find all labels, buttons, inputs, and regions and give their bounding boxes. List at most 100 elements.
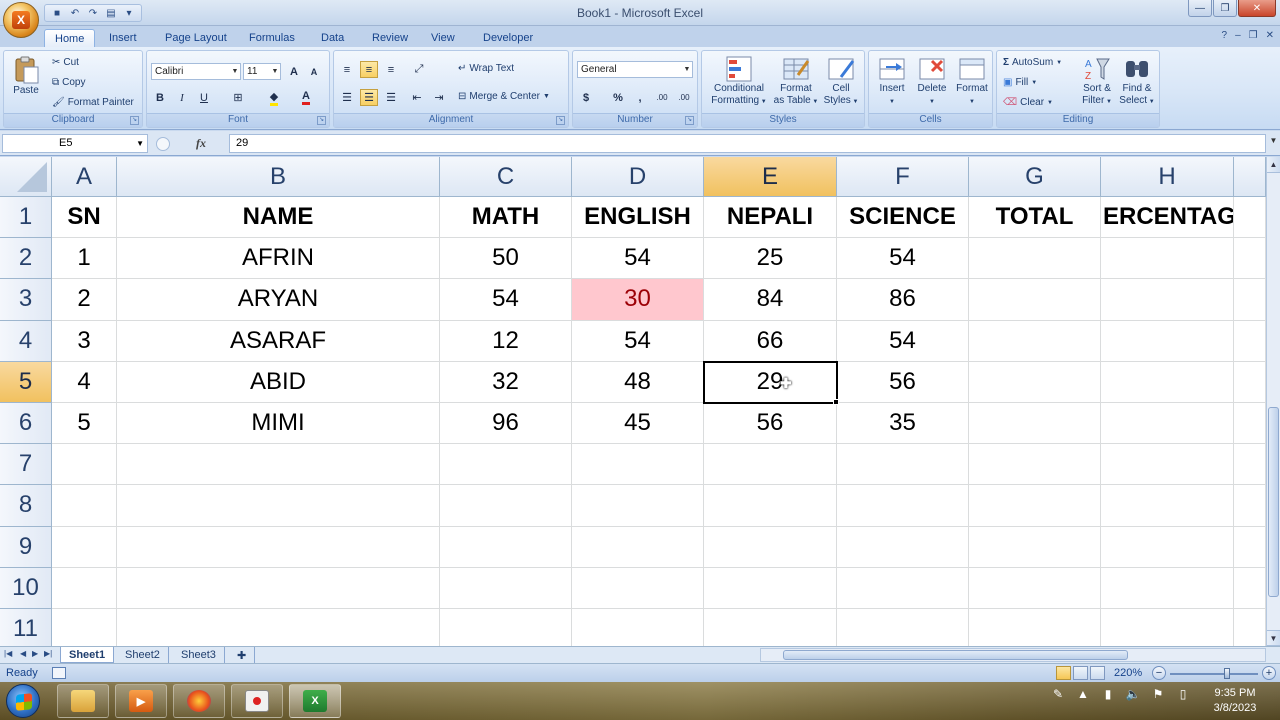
scroll-down-icon[interactable]: ▼ bbox=[1267, 630, 1280, 646]
comma-button[interactable]: , bbox=[631, 89, 649, 106]
cell-a3[interactable]: 2 bbox=[52, 279, 117, 321]
workbook-restore-icon[interactable]: ❐ bbox=[1249, 30, 1258, 41]
wrap-text-button[interactable]: ↵ Wrap Text bbox=[458, 63, 514, 74]
cell-e10[interactable] bbox=[704, 567, 837, 609]
tab-data[interactable]: Data bbox=[321, 29, 344, 47]
row-header-1[interactable]: 1 bbox=[0, 197, 52, 239]
cell-h1[interactable]: ERCENTAGE bbox=[1101, 197, 1234, 239]
cell-f8[interactable] bbox=[837, 485, 969, 527]
formula-input[interactable]: 29 bbox=[229, 134, 1266, 153]
cell-g11[interactable] bbox=[969, 609, 1101, 646]
align-middle-button[interactable]: ≡ bbox=[360, 61, 378, 78]
cell-g6[interactable] bbox=[969, 403, 1101, 445]
font-name-combo[interactable]: Calibri ▼ bbox=[151, 63, 241, 80]
next-sheet-icon[interactable]: ▶ bbox=[32, 649, 38, 658]
cell-h5[interactable] bbox=[1101, 361, 1234, 403]
grow-font-button[interactable]: A bbox=[285, 63, 303, 80]
cell-i6[interactable] bbox=[1234, 403, 1266, 445]
cell-g10[interactable] bbox=[969, 567, 1101, 609]
cell-c2[interactable]: 50 bbox=[440, 238, 572, 280]
cell-c5[interactable]: 32 bbox=[440, 361, 572, 403]
minimize-button[interactable]: — bbox=[1188, 0, 1212, 17]
column-header-f[interactable]: F bbox=[837, 157, 969, 197]
row-header-2[interactable]: 2 bbox=[0, 238, 52, 280]
cell-e5[interactable]: 29 bbox=[704, 361, 837, 403]
tray-expand-icon[interactable]: ▲ bbox=[1075, 686, 1091, 702]
scroll-up-icon[interactable]: ▲ bbox=[1267, 157, 1280, 173]
fill-handle[interactable] bbox=[833, 399, 839, 405]
cell-f10[interactable] bbox=[837, 567, 969, 609]
pen-icon[interactable]: ✎ bbox=[1050, 686, 1066, 702]
cell-a2[interactable]: 1 bbox=[52, 238, 117, 280]
taskbar-explorer[interactable] bbox=[57, 684, 109, 718]
taskbar-media-player[interactable]: ▶ bbox=[115, 684, 167, 718]
cell-e2[interactable]: 25 bbox=[704, 238, 837, 280]
cell-c10[interactable] bbox=[440, 567, 572, 609]
align-right-button[interactable]: ☰ bbox=[382, 89, 400, 106]
row-header-5[interactable]: 5 bbox=[0, 361, 52, 403]
cell-i9[interactable] bbox=[1234, 526, 1266, 568]
cell-g2[interactable] bbox=[969, 238, 1101, 280]
cell-c3[interactable]: 54 bbox=[440, 279, 572, 321]
row-header-11[interactable]: 11 bbox=[0, 609, 52, 646]
cell-e11[interactable] bbox=[704, 609, 837, 646]
taskbar-firefox[interactable] bbox=[173, 684, 225, 718]
dialog-launcher-icon[interactable]: ↘ bbox=[685, 116, 694, 125]
cell-g7[interactable] bbox=[969, 444, 1101, 486]
start-button[interactable] bbox=[6, 684, 40, 718]
column-header-a[interactable]: A bbox=[52, 157, 117, 197]
cell-a1[interactable]: SN bbox=[52, 197, 117, 239]
cell-a4[interactable]: 3 bbox=[52, 320, 117, 362]
cell-c9[interactable] bbox=[440, 526, 572, 568]
zoom-out-icon[interactable]: − bbox=[1152, 666, 1166, 680]
cell-g1[interactable]: TOTAL bbox=[969, 197, 1101, 239]
decrease-decimal-button[interactable]: .00 bbox=[675, 89, 693, 106]
vertical-scroll-thumb[interactable] bbox=[1268, 407, 1279, 597]
format-painter-button[interactable]: 🖌 Format Painter bbox=[52, 97, 134, 108]
cell-g9[interactable] bbox=[969, 526, 1101, 568]
macro-record-icon[interactable] bbox=[52, 667, 66, 679]
last-sheet-icon[interactable]: ▶| bbox=[44, 649, 52, 658]
cell-i5[interactable] bbox=[1234, 361, 1266, 403]
cell-c8[interactable] bbox=[440, 485, 572, 527]
cell-i8[interactable] bbox=[1234, 485, 1266, 527]
column-header-d[interactable]: D bbox=[572, 157, 704, 197]
dialog-launcher-icon[interactable]: ↘ bbox=[130, 116, 139, 125]
column-header-g[interactable]: G bbox=[969, 157, 1101, 197]
dialog-launcher-icon[interactable]: ↘ bbox=[556, 116, 565, 125]
clear-button[interactable]: ⌫ Clear ▼ bbox=[1003, 97, 1053, 108]
row-header-8[interactable]: 8 bbox=[0, 485, 52, 527]
cell-f11[interactable] bbox=[837, 609, 969, 646]
cell-d1[interactable]: ENGLISH bbox=[572, 197, 704, 239]
tab-formulas[interactable]: Formulas bbox=[249, 29, 295, 47]
cell-e3[interactable]: 84 bbox=[704, 279, 837, 321]
cell-b4[interactable]: ASARAF bbox=[117, 320, 440, 362]
underline-button[interactable]: U bbox=[195, 89, 213, 106]
normal-view-icon[interactable] bbox=[1056, 666, 1071, 680]
formula-cancel-icon[interactable] bbox=[156, 136, 170, 151]
sheet-tab-sheet3[interactable]: Sheet3 bbox=[173, 647, 225, 663]
vertical-scrollbar[interactable]: ▲ ▼ bbox=[1266, 157, 1280, 646]
cell-e9[interactable] bbox=[704, 526, 837, 568]
format-as-table-button[interactable]: Format as Table ▼ bbox=[772, 55, 820, 108]
column-header-b[interactable]: B bbox=[117, 157, 440, 197]
tab-review[interactable]: Review bbox=[372, 29, 408, 47]
close-button[interactable]: ✕ bbox=[1238, 0, 1276, 17]
cell-a10[interactable] bbox=[52, 567, 117, 609]
sort-filter-button[interactable]: AZ Sort & Filter ▼ bbox=[1077, 55, 1117, 108]
clock[interactable]: 9:35 PM 3/8/2023 bbox=[1205, 686, 1265, 716]
borders-button[interactable]: ⊞ bbox=[229, 89, 247, 106]
cell-g3[interactable] bbox=[969, 279, 1101, 321]
cell-styles-button[interactable]: Cell Styles ▼ bbox=[820, 55, 862, 108]
cell-b2[interactable]: AFRIN bbox=[117, 238, 440, 280]
delete-cells-button[interactable]: Delete ▼ bbox=[913, 55, 951, 108]
tab-insert[interactable]: Insert bbox=[109, 29, 137, 47]
expand-formula-bar-icon[interactable]: ▼ bbox=[1268, 136, 1279, 151]
first-sheet-icon[interactable]: |◀ bbox=[4, 649, 12, 658]
cell-i2[interactable] bbox=[1234, 238, 1266, 280]
cell-f9[interactable] bbox=[837, 526, 969, 568]
increase-decimal-button[interactable]: .00 bbox=[653, 89, 671, 106]
insert-cells-button[interactable]: Insert ▼ bbox=[873, 55, 911, 108]
sheet-tab-sheet1[interactable]: Sheet1 bbox=[60, 647, 115, 663]
number-format-combo[interactable]: General ▼ bbox=[577, 61, 693, 78]
